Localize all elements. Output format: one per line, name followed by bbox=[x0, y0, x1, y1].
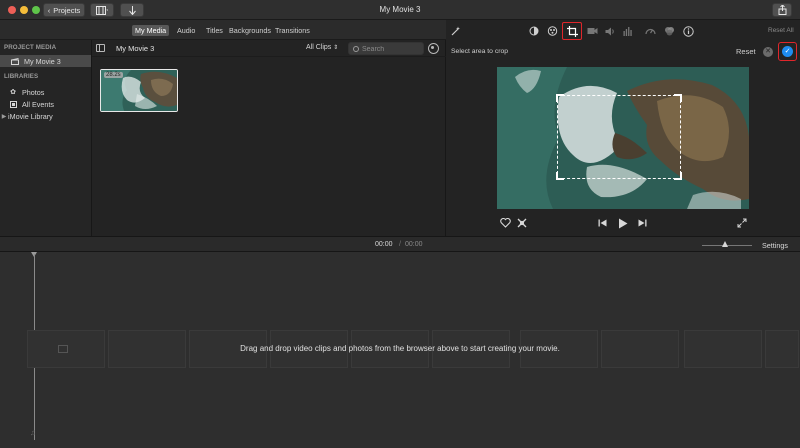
viewer-panel: Reset All Select area to crop Reset ✕ ✓ bbox=[446, 20, 800, 236]
checkmark-icon: ✓ bbox=[784, 48, 791, 55]
reset-button[interactable]: Reset bbox=[736, 47, 756, 56]
sidebar-item-imovie-library[interactable]: ▶ iMovie Library bbox=[0, 110, 91, 122]
title-bar: ‹ Projects My Movie 3 bbox=[0, 0, 800, 20]
timeline-area[interactable]: Drag and drop video clips and photos fro… bbox=[0, 252, 800, 448]
sidebar-item-label: All Events bbox=[22, 99, 54, 109]
current-timecode: 00:00 bbox=[375, 241, 393, 248]
crop-handle-bottom-left[interactable] bbox=[556, 172, 564, 180]
skip-back-icon[interactable] bbox=[596, 217, 608, 229]
clapper-icon bbox=[10, 57, 20, 65]
cancel-crop-button[interactable]: ✕ bbox=[763, 47, 773, 57]
timeline-settings-button[interactable]: Settings bbox=[762, 241, 788, 250]
tab-backgrounds[interactable]: Backgrounds bbox=[226, 25, 274, 36]
timeline-drop-message: Drag and drop video clips and photos fro… bbox=[240, 344, 560, 353]
updown-chevron-icon: ⇕ bbox=[333, 45, 339, 51]
tab-titles[interactable]: Titles bbox=[203, 25, 226, 36]
disclosure-triangle-icon[interactable]: ▶ bbox=[0, 113, 8, 120]
noise-reduction-icon[interactable] bbox=[622, 25, 634, 37]
color-correction-icon[interactable] bbox=[546, 25, 558, 37]
library-sidebar: PROJECT MEDIA My Movie 3 LIBRARIES ✿ Pho… bbox=[0, 40, 92, 236]
crop-handle-bottom-right[interactable] bbox=[674, 172, 682, 180]
sidebar-item-label: My Movie 3 bbox=[24, 56, 61, 66]
reject-icon[interactable] bbox=[516, 217, 528, 229]
fullscreen-icon[interactable] bbox=[736, 217, 748, 229]
audio-note-icon: ♫ bbox=[30, 428, 36, 437]
tab-transitions[interactable]: Transitions bbox=[272, 25, 313, 36]
apply-crop-button[interactable]: ✓ bbox=[782, 46, 793, 57]
sidebar-item-photos[interactable]: ✿ Photos bbox=[0, 86, 91, 98]
sidebar-item-label: Photos bbox=[22, 87, 45, 97]
media-browser: My Movie 3 All Clips ⇕ 28.2s bbox=[92, 40, 446, 236]
clip-duration-badge: 28.2s bbox=[104, 72, 123, 78]
clip-thumbnail[interactable]: 28.2s bbox=[100, 69, 178, 112]
crop-prompt-label: Select area to crop bbox=[451, 48, 509, 55]
close-icon: ✕ bbox=[765, 48, 771, 55]
sidebar-item-label: iMovie Library bbox=[8, 111, 53, 121]
total-timecode: 00:00 bbox=[405, 241, 423, 248]
photos-icon: ✿ bbox=[10, 89, 16, 96]
play-icon[interactable] bbox=[616, 217, 630, 229]
share-button[interactable] bbox=[772, 3, 792, 17]
crop-handle-top-left[interactable] bbox=[556, 94, 564, 102]
media-tabs: My Media Audio Titles Backgrounds Transi… bbox=[92, 20, 446, 40]
share-icon bbox=[778, 5, 786, 15]
sidebar-item-all-events[interactable]: All Events bbox=[0, 98, 91, 110]
tab-audio[interactable]: Audio bbox=[174, 25, 198, 36]
browser-title: My Movie 3 bbox=[116, 44, 155, 53]
search-field[interactable] bbox=[348, 42, 424, 55]
favorite-heart-icon[interactable] bbox=[499, 217, 511, 229]
settings-gear-icon[interactable] bbox=[428, 43, 439, 54]
sidebar-tab-spacer bbox=[0, 20, 92, 40]
search-icon bbox=[353, 46, 359, 52]
zoom-slider-knob[interactable] bbox=[722, 241, 728, 247]
magic-wand-icon[interactable] bbox=[450, 25, 462, 37]
clips-filter-label: All Clips bbox=[306, 44, 332, 51]
stabilization-icon[interactable] bbox=[586, 25, 598, 37]
volume-icon[interactable] bbox=[604, 25, 616, 37]
search-input[interactable] bbox=[362, 44, 422, 54]
clips-filter-select[interactable]: All Clips ⇕ bbox=[306, 44, 338, 51]
event-icon bbox=[8, 100, 18, 108]
window-title: My Movie 3 bbox=[379, 5, 421, 14]
clip-filter-icon[interactable] bbox=[663, 25, 675, 37]
sidebar-toggle-icon[interactable] bbox=[96, 44, 105, 52]
tab-my-media[interactable]: My Media bbox=[132, 25, 170, 36]
crop-icon[interactable] bbox=[566, 25, 578, 37]
crop-handle-top-right[interactable] bbox=[674, 94, 682, 102]
video-preview[interactable] bbox=[497, 67, 749, 209]
info-icon[interactable] bbox=[682, 25, 694, 37]
timecode-separator: / bbox=[399, 241, 401, 248]
sidebar-item-my-movie[interactable]: My Movie 3 bbox=[0, 55, 91, 67]
project-media-header: PROJECT MEDIA bbox=[4, 44, 57, 51]
browser-toolbar: My Movie 3 All Clips ⇕ bbox=[92, 40, 446, 57]
skip-forward-icon[interactable] bbox=[636, 217, 648, 229]
reset-all-button[interactable]: Reset All bbox=[768, 27, 794, 34]
crop-selection-rectangle[interactable] bbox=[556, 94, 682, 180]
speed-icon[interactable] bbox=[644, 25, 656, 37]
color-balance-icon[interactable] bbox=[528, 25, 540, 37]
libraries-header: LIBRARIES bbox=[4, 73, 39, 80]
timeline-header: 00:00 / 00:00 Settings bbox=[0, 236, 800, 252]
